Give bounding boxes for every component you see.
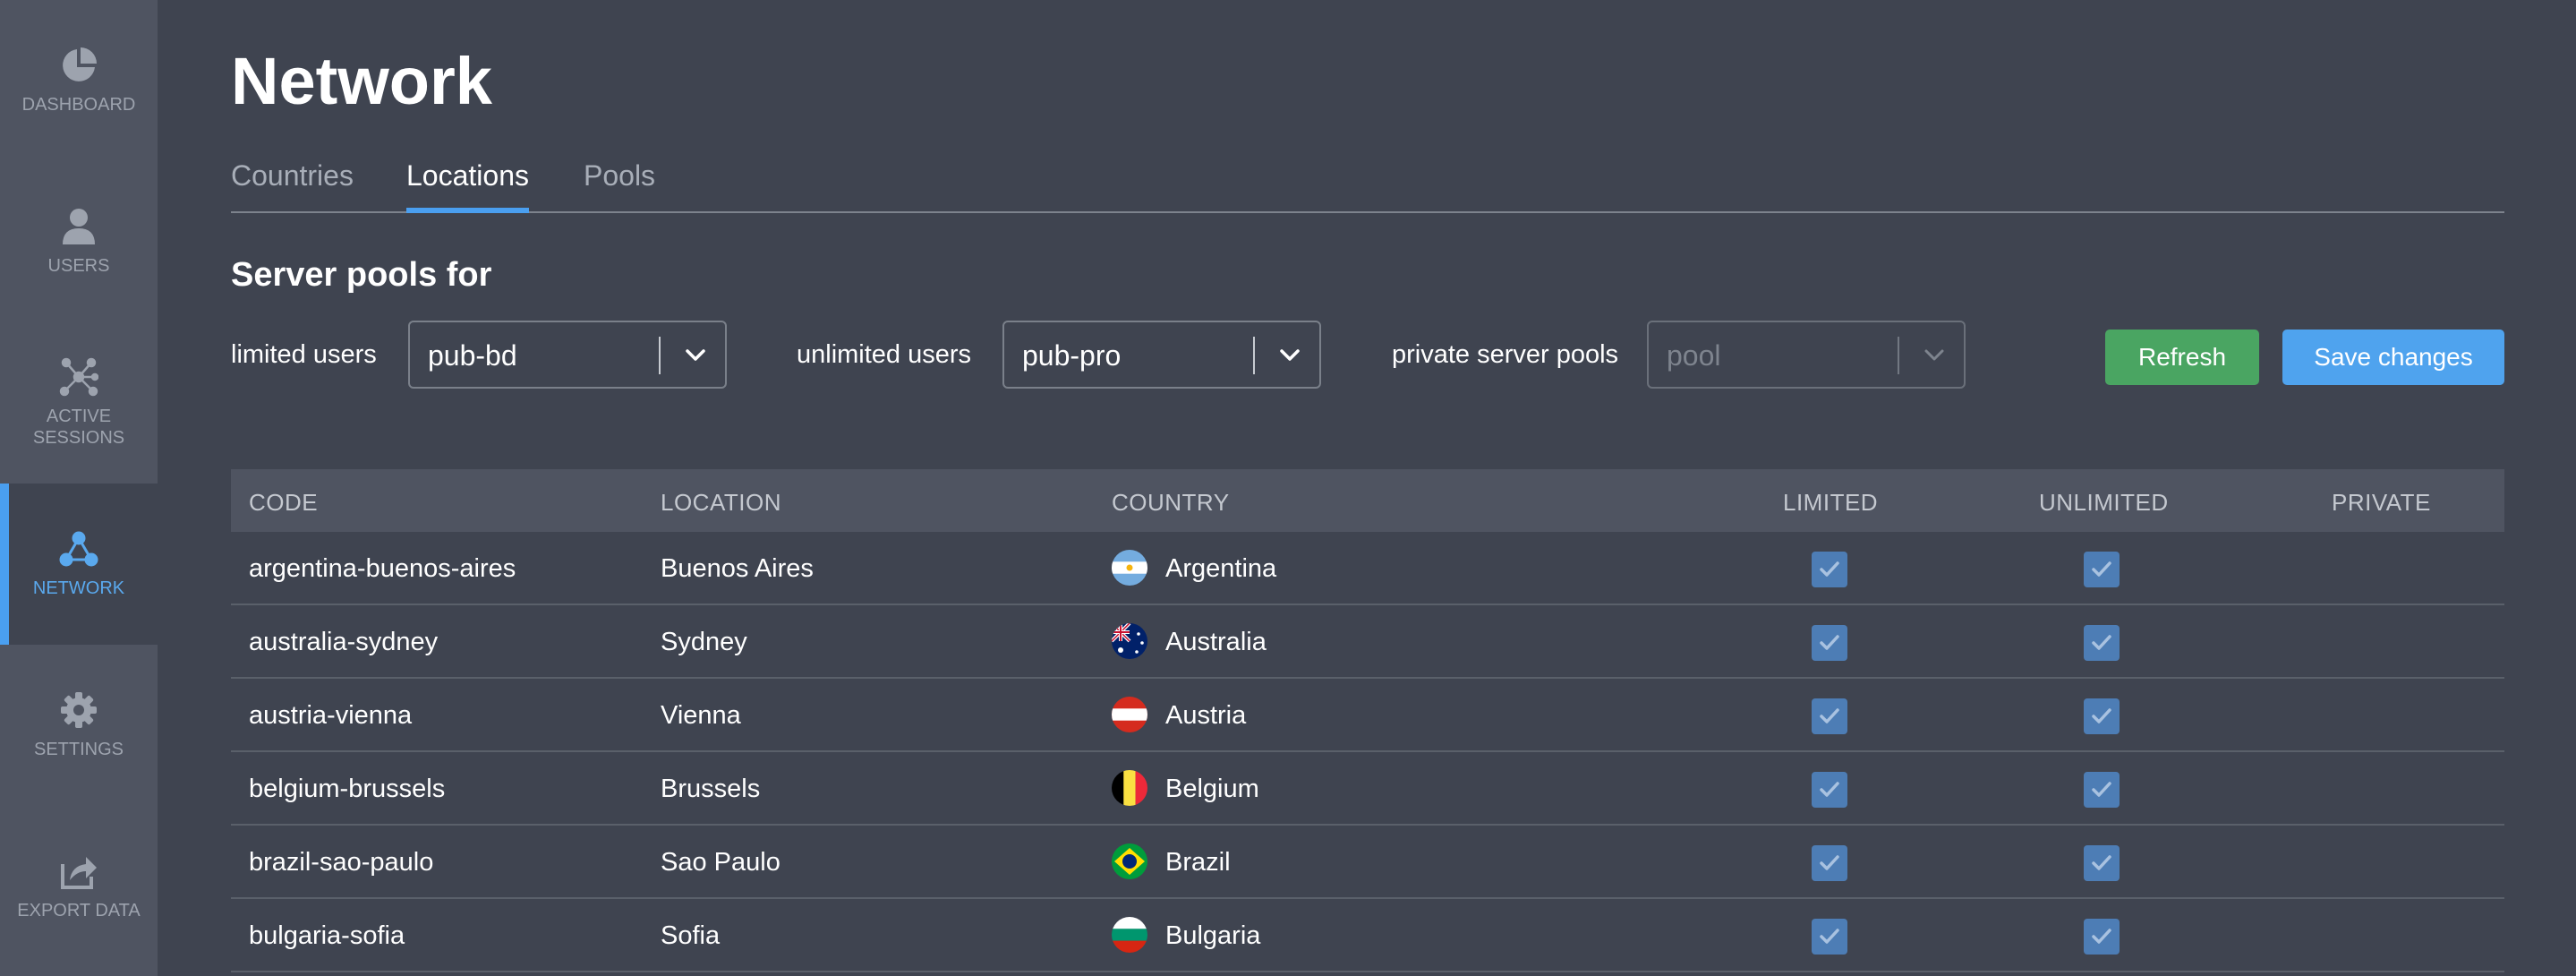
unlimited-checkbox[interactable]: [2084, 625, 2120, 661]
column-header-code[interactable]: CODE: [249, 489, 318, 517]
sidebar-item-settings[interactable]: SETTINGS: [0, 645, 158, 806]
tab-bar: Countries Locations Pools: [231, 158, 2504, 213]
private-pools-label: private server pools: [1392, 340, 1619, 369]
cell-country: Argentina: [1165, 554, 1277, 583]
argentina-flag-icon: [1112, 550, 1147, 586]
cell-code: brazil-sao-paulo: [249, 848, 434, 877]
table-row: brazil-sao-paulo Sao Paulo Brazil: [231, 826, 2504, 899]
unlimited-checkbox[interactable]: [2084, 552, 2120, 587]
cell-country: Brazil: [1165, 848, 1231, 877]
limited-checkbox[interactable]: [1812, 772, 1847, 808]
table-row: bulgaria-sofia Sofia Bulgaria: [231, 899, 2504, 972]
pool-controls: limited users pub-bd unlimited users pub…: [231, 321, 2504, 389]
unlimited-pool-value: pub-pro: [1022, 339, 1122, 372]
cell-location: Sydney: [661, 628, 747, 656]
cell-location: Brussels: [661, 775, 761, 803]
sidebar-item-label: SETTINGS: [33, 740, 124, 759]
sidebar: DASHBOARD USERS ACTIVE SESSIONS NETWORK …: [0, 0, 158, 976]
australia-flag-icon: [1112, 623, 1147, 659]
cell-location: Buenos Aires: [661, 554, 814, 583]
sidebar-item-network[interactable]: NETWORK: [0, 484, 158, 645]
table-row: argentina-buenos-aires Buenos Aires Arge…: [231, 532, 2504, 605]
section-title: Server pools for: [231, 256, 492, 294]
cell-country: Bulgaria: [1165, 921, 1261, 950]
cell-country: Austria: [1165, 701, 1247, 730]
chevron-down-icon[interactable]: [1276, 342, 1303, 369]
cell-location: Vienna: [661, 701, 741, 730]
limited-checkbox[interactable]: [1812, 845, 1847, 881]
cell-location: Sofia: [661, 921, 721, 950]
column-header-limited[interactable]: LIMITED: [1783, 489, 1878, 517]
cell-code: argentina-buenos-aires: [249, 554, 516, 583]
unlimited-checkbox[interactable]: [2084, 845, 2120, 881]
private-pool-placeholder: pool: [1667, 339, 1721, 372]
private-pool-select[interactable]: pool: [1647, 321, 1966, 389]
chevron-down-icon[interactable]: [682, 342, 709, 369]
cell-code: belgium-brussels: [249, 775, 446, 803]
sidebar-item-dashboard[interactable]: DASHBOARD: [0, 0, 158, 161]
unlimited-pool-select[interactable]: pub-pro: [1002, 321, 1321, 389]
sidebar-item-label: DASHBOARD: [21, 95, 136, 115]
limited-users-label: limited users: [231, 340, 377, 369]
column-header-country[interactable]: COUNTRY: [1112, 489, 1230, 517]
export-icon: [59, 852, 98, 891]
locations-table: CODE LOCATION COUNTRY LIMITED UNLIMITED …: [231, 469, 2504, 972]
table-row: belgium-brussels Brussels Belgium: [231, 752, 2504, 826]
column-header-location[interactable]: LOCATION: [661, 489, 781, 517]
column-header-private[interactable]: PRIVATE: [2332, 489, 2431, 517]
sidebar-item-label: ACTIVE SESSIONS: [32, 407, 125, 448]
select-separator: [1898, 337, 1899, 374]
save-changes-button[interactable]: Save changes: [2282, 330, 2504, 385]
limited-checkbox[interactable]: [1812, 698, 1847, 734]
tab-locations[interactable]: Locations: [406, 158, 529, 213]
select-separator: [659, 337, 661, 374]
cell-country: Belgium: [1165, 775, 1259, 803]
bulgaria-flag-icon: [1112, 917, 1147, 953]
limited-pool-select[interactable]: pub-bd: [408, 321, 727, 389]
belgium-flag-icon: [1112, 770, 1147, 806]
unlimited-checkbox[interactable]: [2084, 698, 2120, 734]
austria-flag-icon: [1112, 697, 1147, 732]
table-row: australia-sydney Sydney Australia: [231, 605, 2504, 679]
unlimited-checkbox[interactable]: [2084, 919, 2120, 955]
cell-code: austria-vienna: [249, 701, 413, 730]
cell-code: bulgaria-sofia: [249, 921, 405, 950]
column-header-unlimited[interactable]: UNLIMITED: [2039, 489, 2169, 517]
table-header: CODE LOCATION COUNTRY LIMITED UNLIMITED …: [231, 469, 2504, 532]
sidebar-item-label: USERS: [47, 256, 110, 276]
cell-code: australia-sydney: [249, 628, 439, 656]
tab-countries[interactable]: Countries: [231, 158, 354, 211]
refresh-button[interactable]: Refresh: [2105, 330, 2259, 385]
network-icon: [59, 529, 98, 569]
sessions-network-icon: [59, 357, 98, 397]
sidebar-item-active-sessions[interactable]: ACTIVE SESSIONS: [0, 322, 158, 484]
limited-checkbox[interactable]: [1812, 625, 1847, 661]
brazil-flag-icon: [1112, 843, 1147, 879]
sidebar-item-label: EXPORT DATA: [17, 901, 141, 920]
limited-checkbox[interactable]: [1812, 919, 1847, 955]
unlimited-checkbox[interactable]: [2084, 772, 2120, 808]
page-title: Network: [231, 44, 492, 118]
chevron-down-icon[interactable]: [1921, 342, 1948, 369]
cell-location: Sao Paulo: [661, 848, 780, 877]
cell-country: Australia: [1165, 628, 1267, 656]
user-icon: [59, 207, 98, 246]
unlimited-users-label: unlimited users: [797, 340, 972, 369]
sidebar-item-export-data[interactable]: EXPORT DATA: [0, 806, 158, 967]
sidebar-item-users[interactable]: USERS: [0, 161, 158, 322]
select-separator: [1253, 337, 1255, 374]
limited-pool-value: pub-bd: [428, 339, 517, 372]
gear-icon: [59, 690, 98, 730]
limited-checkbox[interactable]: [1812, 552, 1847, 587]
table-row: austria-vienna Vienna Austria: [231, 679, 2504, 752]
tab-pools[interactable]: Pools: [584, 158, 655, 211]
sidebar-item-label: NETWORK: [32, 578, 125, 598]
pie-chart-icon: [59, 46, 98, 85]
app-root: DASHBOARD USERS ACTIVE SESSIONS NETWORK …: [0, 0, 2576, 976]
